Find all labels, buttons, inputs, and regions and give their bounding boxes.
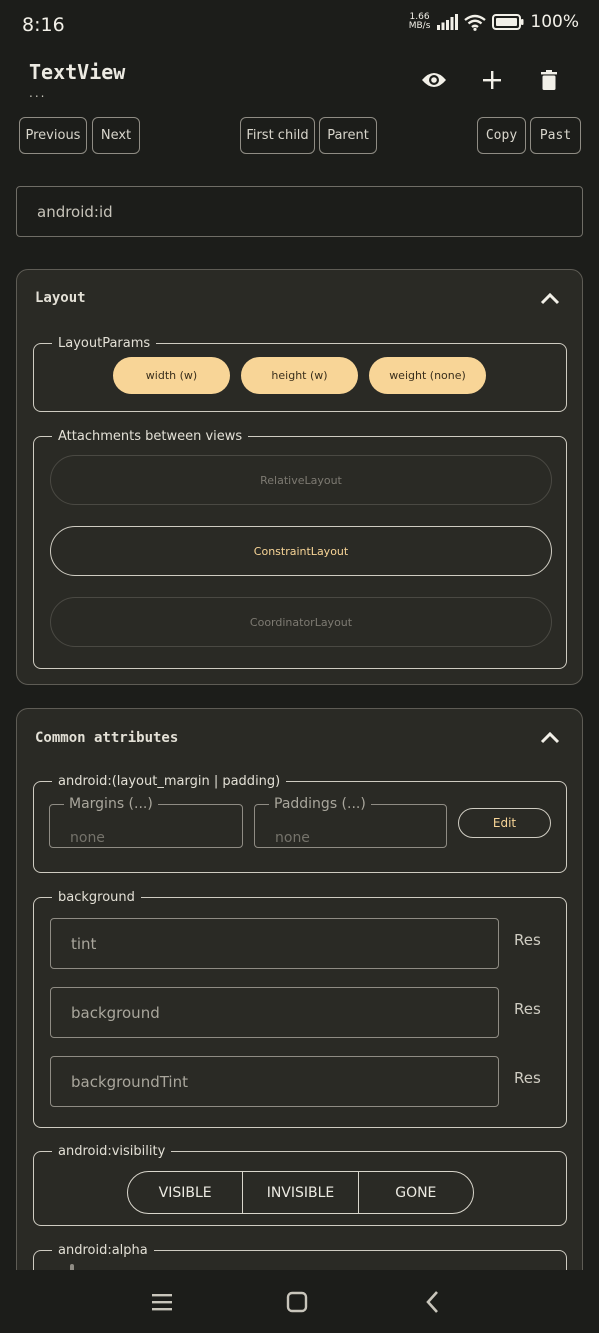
paste-button[interactable]: Past xyxy=(530,117,581,154)
option-relativelayout[interactable]: RelativeLayout xyxy=(50,455,552,505)
battery-icon xyxy=(492,14,524,30)
margin-padding-group: android:(layout_margin | padding) Margin… xyxy=(33,774,567,873)
next-button[interactable]: Next xyxy=(92,117,140,154)
chevron-up-icon[interactable] xyxy=(538,726,562,750)
layout-params-legend: LayoutParams xyxy=(58,336,151,351)
visibility-invisible[interactable]: INVISIBLE xyxy=(243,1172,359,1213)
background-field[interactable]: background xyxy=(50,987,499,1038)
signal-icon xyxy=(437,14,459,30)
visibility-segmented-control: VISIBLE INVISIBLE GONE xyxy=(127,1171,474,1214)
previous-button[interactable]: Previous xyxy=(19,117,87,154)
status-icons: 1.66 MB/s 100% xyxy=(409,12,579,32)
chevron-up-icon[interactable] xyxy=(538,287,562,311)
attachments-group: Attachments between views RelativeLayout… xyxy=(33,429,567,669)
background-tint-field[interactable]: backgroundTint xyxy=(50,1056,499,1107)
battery-percent: 100% xyxy=(530,12,579,32)
trash-icon[interactable] xyxy=(533,64,565,96)
margins-field[interactable]: Margins (...) none xyxy=(49,796,243,848)
margins-value: none xyxy=(70,830,105,846)
wifi-icon xyxy=(464,14,487,31)
first-child-button[interactable]: First child xyxy=(240,117,315,154)
status-bar: 8:16 1.66 MB/s 100% xyxy=(0,0,599,50)
page-title: TextView xyxy=(29,60,126,84)
common-attributes-card: Common attributes android:(layout_margin… xyxy=(16,708,583,1323)
common-card-title: Common attributes xyxy=(35,730,179,746)
margin-padding-legend: android:(layout_margin | padding) xyxy=(58,774,281,789)
visibility-gone[interactable]: GONE xyxy=(359,1172,473,1213)
chip-width[interactable]: width (w) xyxy=(113,357,230,394)
visibility-group: android:visibility VISIBLE INVISIBLE GON… xyxy=(33,1144,567,1226)
option-coordinatorlayout[interactable]: CoordinatorLayout xyxy=(50,597,552,647)
back-icon[interactable] xyxy=(419,1288,447,1316)
plus-icon[interactable] xyxy=(476,64,508,96)
background-legend: background xyxy=(58,890,135,905)
menu-icon[interactable] xyxy=(148,1288,176,1316)
parent-button[interactable]: Parent xyxy=(319,117,377,154)
home-icon[interactable] xyxy=(283,1288,311,1316)
visibility-legend: android:visibility xyxy=(58,1144,166,1159)
system-nav-bar xyxy=(0,1270,599,1333)
android-id-field[interactable]: android:id xyxy=(16,186,583,237)
paddings-value: none xyxy=(275,830,310,846)
visibility-visible[interactable]: VISIBLE xyxy=(128,1172,244,1213)
eye-icon[interactable] xyxy=(418,64,450,96)
layout-card-title: Layout xyxy=(35,290,86,306)
alpha-legend: android:alpha xyxy=(58,1243,148,1258)
background-tint-res-button[interactable]: Res xyxy=(514,1069,541,1087)
tint-field[interactable]: tint xyxy=(50,918,499,969)
layout-params-group: LayoutParams width (w) height (w) weight… xyxy=(33,336,567,412)
edit-button[interactable]: Edit xyxy=(458,808,551,838)
copy-button[interactable]: Copy xyxy=(477,117,526,154)
chip-weight[interactable]: weight (none) xyxy=(369,357,486,394)
paddings-field[interactable]: Paddings (...) none xyxy=(254,796,447,848)
background-res-button[interactable]: Res xyxy=(514,1000,541,1018)
tint-res-button[interactable]: Res xyxy=(514,931,541,949)
background-group: background tint Res background Res backg… xyxy=(33,890,567,1128)
status-time: 8:16 xyxy=(22,14,65,36)
option-constraintlayout[interactable]: ConstraintLayout xyxy=(50,526,552,576)
page-subtitle: ... xyxy=(29,86,47,100)
layout-card: Layout LayoutParams width (w) height (w)… xyxy=(16,269,583,685)
attachments-legend: Attachments between views xyxy=(58,429,243,444)
network-speed: 1.66 MB/s xyxy=(408,12,431,31)
chip-height[interactable]: height (w) xyxy=(241,357,358,394)
